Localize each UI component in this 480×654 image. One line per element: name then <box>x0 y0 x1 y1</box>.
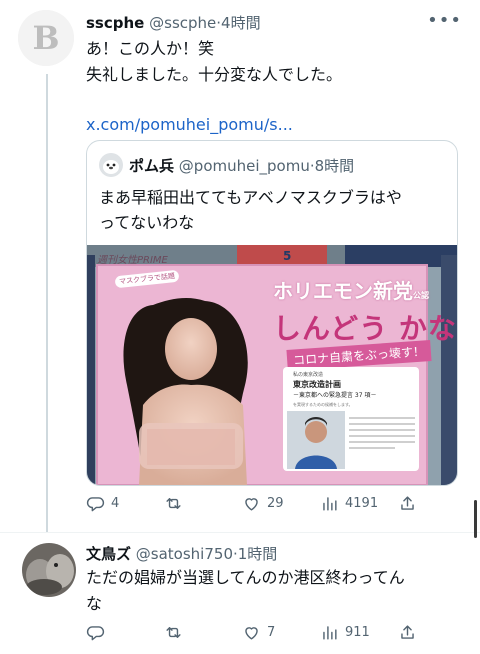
handle[interactable]: @satoshi750 <box>136 545 233 563</box>
reply-icon <box>86 626 105 641</box>
views-icon <box>323 497 337 511</box>
quote-text-line: ってないわな <box>99 213 195 232</box>
poster-title-line1: ホリエモン新党 <box>273 279 413 303</box>
share-icon <box>401 496 414 510</box>
quote-handle[interactable]: @pomuhei_pomu <box>179 157 310 175</box>
tweet-text-line: 失礼しました。十分変な人でした。 <box>86 65 343 84</box>
poster-box-label: 私の東京改造 <box>293 372 324 378</box>
reply-button[interactable]: 4 <box>86 494 119 513</box>
display-name[interactable]: sscphe <box>86 14 144 32</box>
poster-title-suffix: 公認 <box>413 291 429 300</box>
reply-button[interactable] <box>86 623 111 642</box>
poster-box-subtitle: －東京都への緊急提言 37 項－ <box>293 392 377 399</box>
quote-header: ポム兵 @pomuhei_pomu·8時間 <box>129 155 354 176</box>
views-button[interactable]: 911 <box>320 623 370 642</box>
retweet-icon <box>166 498 181 509</box>
thread-line <box>46 74 48 532</box>
timestamp[interactable]: 1時間 <box>238 545 278 563</box>
quote-display-name[interactable]: ポム兵 <box>129 157 174 175</box>
tweet-text: ただの娼婦が当選してんのか港区終わってん な <box>86 565 470 617</box>
tweet-link[interactable]: x.com/pomuhei_pomu/s... <box>86 112 466 138</box>
like-icon <box>245 498 258 511</box>
retweet-button[interactable] <box>164 623 189 642</box>
more-icon[interactable]: ••• <box>427 10 462 31</box>
quoted-tweet[interactable]: ポム兵 @pomuhei_pomu·8時間 まあ早稲田出ててもアベノマスクブラは… <box>86 140 458 486</box>
timestamp[interactable]: 4時間 <box>221 14 261 32</box>
poster-small-text <box>349 413 415 465</box>
views-count: 4191 <box>345 496 379 511</box>
like-icon <box>245 627 258 640</box>
like-button[interactable]: 29 <box>242 494 284 513</box>
retweet-button[interactable] <box>164 494 189 513</box>
retweet-icon <box>166 627 181 638</box>
tweet-sscphe[interactable]: B sscphe @sscphe·4時間 ••• あ！この人か！笑 失礼しました… <box>0 0 480 536</box>
share-button[interactable] <box>398 623 417 642</box>
quote-timestamp[interactable]: 8時間 <box>315 157 355 175</box>
avatar[interactable]: B <box>18 10 74 66</box>
tweet-text: あ！この人か！笑 失礼しました。十分変な人でした。 x.com/pomuhei_… <box>86 36 466 138</box>
quote-image[interactable]: 週刊女性PRIME 5 マスクブラで話題 ホリエモン新党公認 しんどう かな コ… <box>87 245 457 485</box>
poster-number: 5 <box>283 249 292 263</box>
tweet-actions: 4 29 4191 <box>86 494 462 516</box>
views-button[interactable]: 4191 <box>320 494 378 513</box>
views-count: 911 <box>345 625 370 640</box>
quote-avatar[interactable] <box>99 153 123 177</box>
reply-icon <box>86 497 105 512</box>
avatar[interactable] <box>22 543 76 597</box>
tweet-actions: 7 911 <box>86 623 462 645</box>
quote-text: まあ早稲田出ててもアベノマスクブラはや ってないわな <box>99 185 449 235</box>
share-icon <box>401 625 414 639</box>
share-button[interactable] <box>398 494 417 513</box>
poster-man-photo <box>287 411 345 469</box>
poster-tag: 週刊女性PRIME <box>97 255 168 266</box>
poster-box-title: 東京改造計画 <box>293 380 341 389</box>
handle[interactable]: @sscphe <box>149 14 216 32</box>
tweet-header: sscphe @sscphe·4時間 <box>86 12 261 33</box>
tweet-text-line: ただの娼婦が当選してんのか港区終わってん <box>86 568 405 587</box>
svg-text:B: B <box>32 19 59 57</box>
tweet-header: 文鳥ズ @satoshi750·1時間 <box>86 543 277 564</box>
display-name[interactable]: 文鳥ズ <box>86 545 131 563</box>
tweet-text-line: な <box>86 594 103 613</box>
quote-text-line: まあ早稲田出ててもアベノマスクブラはや <box>99 188 402 207</box>
tweet-satoshi750[interactable]: 文鳥ズ @satoshi750·1時間 ただの娼婦が当選してんのか港区終わってん… <box>0 533 480 654</box>
tweet-text-line: あ！この人か！笑 <box>86 39 215 58</box>
like-button[interactable]: 7 <box>242 623 275 642</box>
reply-count: 4 <box>111 496 120 511</box>
like-count: 29 <box>267 496 284 511</box>
scrollbar[interactable] <box>474 500 477 538</box>
poster-title: ホリエモン新党公認 <box>273 275 429 304</box>
like-count: 7 <box>267 625 276 640</box>
views-icon <box>323 626 337 640</box>
poster-box-note: を実現するための候補をします。 <box>293 402 353 407</box>
